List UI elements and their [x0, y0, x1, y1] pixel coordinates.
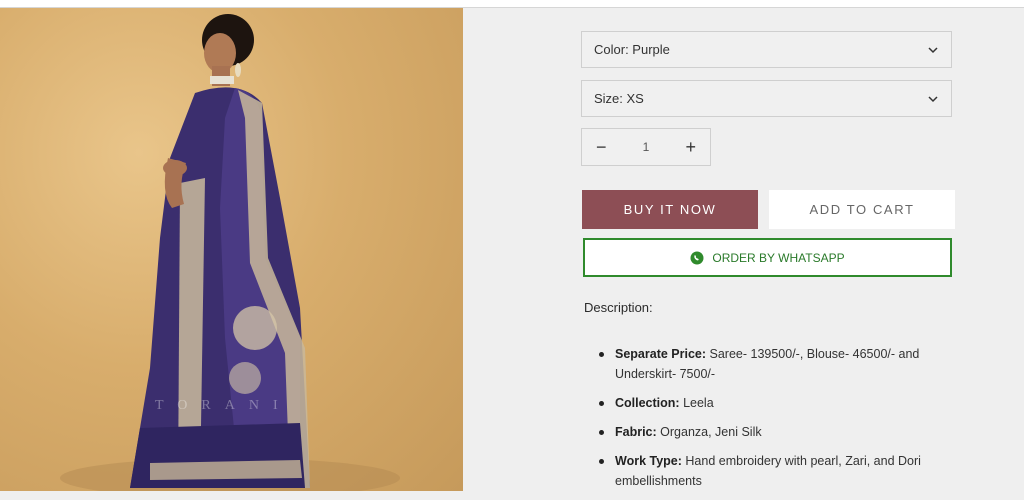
color-select[interactable]: Color: Purple [581, 31, 952, 68]
header-divider [0, 0, 1024, 8]
chevron-down-icon [928, 47, 938, 54]
image-watermark: TORANI [155, 398, 292, 413]
item-value: Organza, Jeni Silk [656, 425, 762, 439]
whatsapp-button-label: ORDER BY WHATSAPP [712, 250, 845, 265]
size-select[interactable]: Size: XS [581, 80, 952, 117]
list-item: Work Type: Hand embroidery with pearl, Z… [597, 451, 957, 491]
description-list: Separate Price: Saree- 139500/-, Blouse-… [597, 344, 957, 500]
quantity-stepper[interactable]: − 1 + [581, 128, 711, 166]
chevron-down-icon [928, 96, 938, 103]
list-item: Collection: Leela [597, 393, 957, 413]
buy-now-button[interactable]: BUY IT NOW [582, 190, 758, 229]
item-key: Work Type: [615, 454, 682, 468]
list-item: Separate Price: Saree- 139500/-, Blouse-… [597, 344, 957, 384]
model-illustration [60, 14, 400, 491]
increase-quantity-button[interactable]: + [685, 138, 696, 156]
item-key: Fabric: [615, 425, 657, 439]
whatsapp-icon [690, 251, 704, 264]
color-select-label: Color: Purple [594, 42, 670, 57]
add-to-cart-button[interactable]: ADD TO CART [769, 190, 955, 229]
item-key: Collection: [615, 396, 680, 410]
quantity-value[interactable]: 1 [643, 140, 650, 154]
order-by-whatsapp-button[interactable]: ORDER BY WHATSAPP [583, 238, 952, 277]
decrease-quantity-button[interactable]: − [596, 138, 607, 156]
item-key: Separate Price: [615, 347, 707, 361]
description-heading: Description: [584, 300, 653, 315]
size-select-label: Size: XS [594, 91, 644, 106]
item-value: Leela [679, 396, 714, 410]
product-image[interactable]: TORANI [0, 8, 463, 491]
list-item: Fabric: Organza, Jeni Silk [597, 422, 957, 442]
